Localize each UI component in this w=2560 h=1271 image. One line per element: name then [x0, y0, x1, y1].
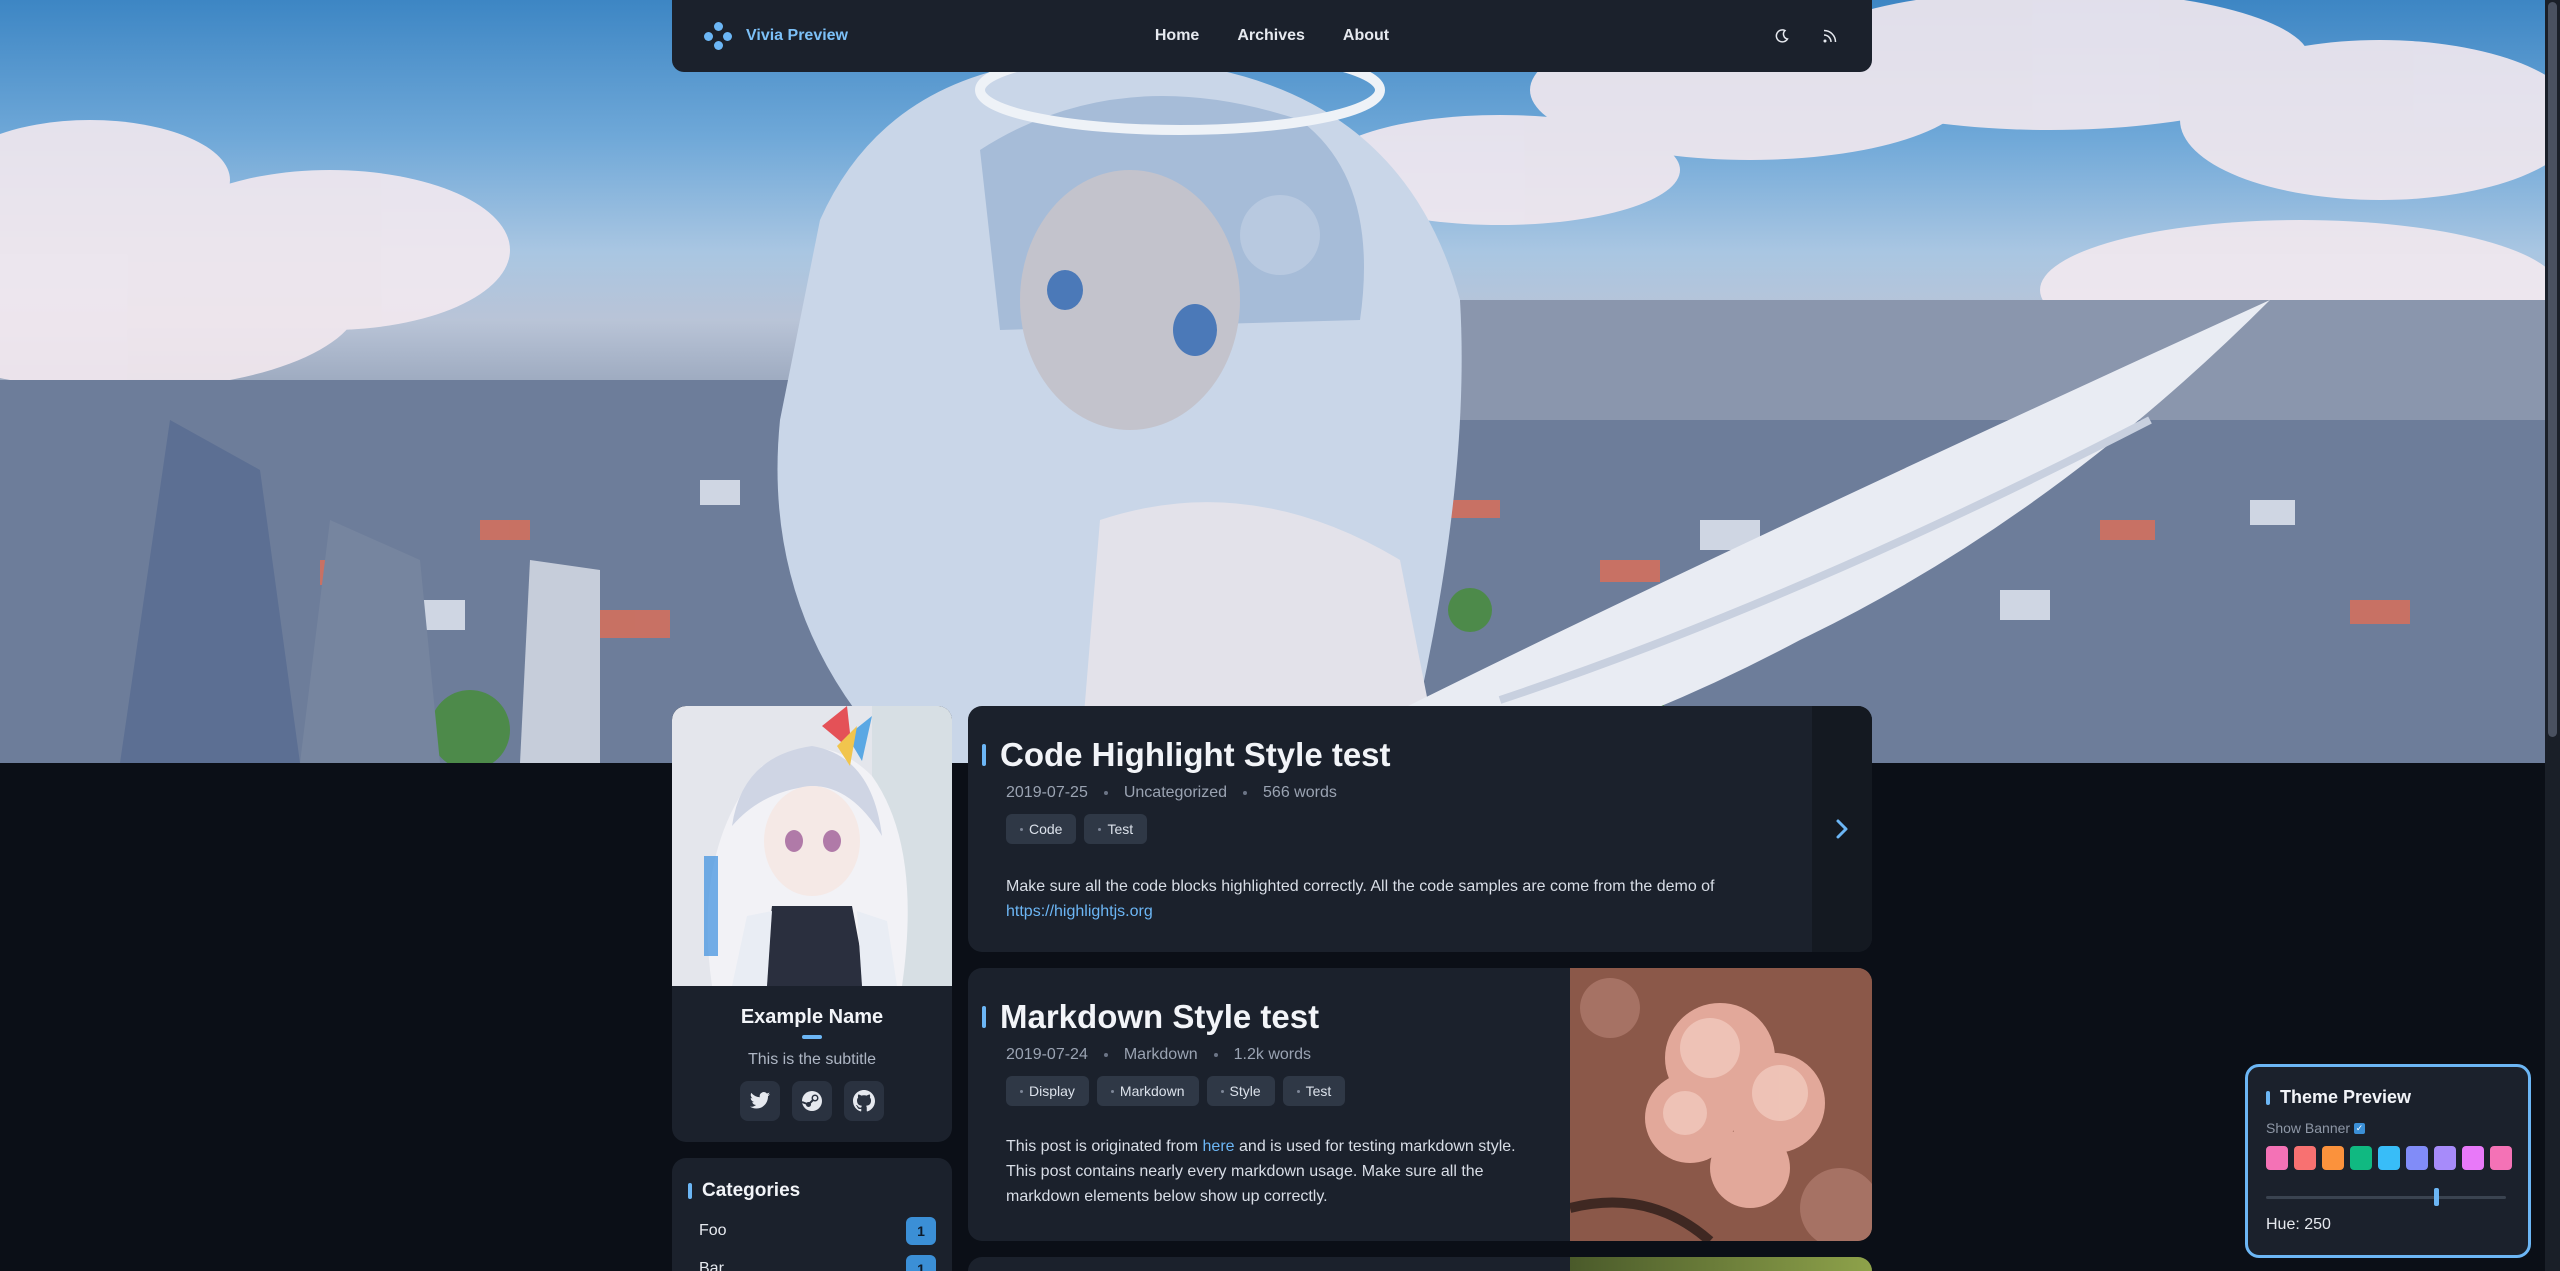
profile-name: Example Name — [740, 1006, 884, 1028]
categories-title: Categories — [688, 1180, 936, 1202]
nav-about[interactable]: About — [1343, 27, 1389, 45]
category-name: Bar — [699, 1260, 724, 1271]
post-excerpt: Make sure all the code blocks highlighte… — [1006, 874, 1766, 924]
tag-label: Code — [1029, 821, 1063, 837]
meta-separator — [1213, 1053, 1218, 1057]
hue-swatch-9[interactable] — [2490, 1146, 2512, 1170]
excerpt-text: Make sure all the code blocks highlighte… — [1006, 878, 1715, 895]
meta-separator — [1103, 791, 1108, 795]
tag-markdown[interactable]: Markdown — [1096, 1076, 1199, 1106]
title-accent-bar — [2266, 1090, 2270, 1105]
nav-actions — [1772, 26, 1840, 46]
excerpt-link[interactable]: https://highlightjs.org — [1006, 903, 1153, 920]
hue-swatch-2[interactable] — [2294, 1146, 2316, 1170]
tag-display[interactable]: Display — [1006, 1076, 1089, 1106]
category-count: 1 — [906, 1255, 936, 1271]
chevron-right-icon — [1836, 819, 1848, 839]
show-banner-label: Show Banner — [2266, 1120, 2351, 1136]
tag-label: Style — [1229, 1083, 1261, 1099]
tag-code[interactable]: Code — [1006, 814, 1077, 844]
theme-preview-title: Theme Preview — [2266, 1087, 2512, 1108]
top-navbar: Vivia Preview Home Archives About — [672, 0, 1872, 72]
title-accent-bar — [688, 1183, 692, 1199]
post-card: Code Highlight Style test 2019-07-25 Unc… — [968, 706, 1872, 952]
title-accent-bar — [982, 1006, 986, 1028]
moon-icon[interactable] — [1772, 26, 1792, 46]
excerpt-link[interactable]: here — [1203, 1138, 1235, 1155]
post-title-text: Code Highlight Style test — [1000, 736, 1391, 773]
tag-style[interactable]: Style — [1206, 1076, 1275, 1106]
steam-icon[interactable] — [792, 1081, 832, 1121]
page-scrollbar[interactable] — [2545, 0, 2560, 1271]
nav-links: Home Archives About — [1155, 27, 1389, 45]
hue-swatch-5[interactable] — [2378, 1146, 2400, 1170]
category-item-foo[interactable]: Foo 1 — [688, 1216, 936, 1246]
brand-link[interactable]: Vivia Preview — [704, 22, 848, 50]
hue-swatch-3[interactable] — [2322, 1146, 2344, 1170]
post-cover-image[interactable] — [1570, 1257, 1872, 1271]
hue-swatch-6[interactable] — [2406, 1146, 2428, 1170]
twitter-icon[interactable] — [740, 1081, 780, 1121]
excerpt-text: This post is originated from — [1006, 1138, 1199, 1155]
scrollbar-thumb[interactable] — [2548, 2, 2557, 737]
post-word-count: 566 words — [1263, 784, 1337, 801]
nav-home[interactable]: Home — [1155, 27, 1199, 45]
rss-icon[interactable] — [1820, 26, 1840, 46]
post-title-text: Markdown Style test — [1000, 998, 1320, 1035]
show-banner-toggle: Show Banner ✓ — [2266, 1120, 2512, 1136]
category-count: 1 — [906, 1217, 936, 1245]
post-excerpt: This post is originated from here and is… — [1006, 1134, 1536, 1209]
read-more-button[interactable] — [1812, 706, 1872, 952]
hue-value-label: Hue: 250 — [2266, 1216, 2331, 1233]
hue-swatch-8[interactable] — [2462, 1146, 2484, 1170]
brand-name: Vivia Preview — [746, 27, 848, 44]
hue-slider-track — [2266, 1196, 2506, 1199]
post-card: Markdown Style test 2019-07-24 Markdown … — [968, 968, 1872, 1241]
hue-swatch-1[interactable] — [2266, 1146, 2288, 1170]
tag-label: Test — [1107, 821, 1134, 837]
github-icon[interactable] — [844, 1081, 884, 1121]
post-title[interactable]: Code Highlight Style test — [982, 736, 1872, 774]
hue-swatch-4[interactable] — [2350, 1146, 2372, 1170]
hue-swatch-7[interactable] — [2434, 1146, 2456, 1170]
post-date: 2019-07-25 — [1006, 784, 1088, 801]
profile-card: Example Name This is the subtitle — [672, 706, 952, 1142]
name-underline — [802, 1035, 822, 1039]
post-date: 2019-07-24 — [1006, 1046, 1088, 1063]
post-cover-image[interactable] — [1570, 968, 1872, 1241]
post-category[interactable]: Uncategorized — [1124, 784, 1227, 802]
theme-preview-panel: Theme Preview Show Banner ✓ Hue: 250 — [2245, 1064, 2531, 1258]
meta-separator — [1243, 791, 1248, 795]
social-links — [672, 1081, 952, 1121]
meta-separator — [1103, 1053, 1108, 1057]
hue-slider[interactable] — [2266, 1188, 2506, 1206]
tag-test[interactable]: Test — [1282, 1076, 1346, 1106]
tag-label: Test — [1305, 1083, 1332, 1099]
post-word-count: 1.2k words — [1233, 1046, 1312, 1063]
category-item-bar[interactable]: Bar 1 — [688, 1254, 936, 1271]
brand-dots-icon — [704, 22, 732, 50]
nav-archives[interactable]: Archives — [1237, 27, 1305, 45]
post-meta: 2019-07-25 Uncategorized 566 words — [1006, 784, 1872, 802]
banner-illustration — [0, 0, 2545, 763]
tag-label: Markdown — [1119, 1083, 1185, 1099]
post-card — [968, 1257, 1872, 1271]
category-name: Foo — [699, 1222, 727, 1239]
theme-preview-title-text: Theme Preview — [2280, 1087, 2412, 1107]
hero-banner — [0, 0, 2545, 763]
post-tags: Code Test — [1006, 814, 1872, 844]
categories-widget: Categories Foo 1 Bar 1 — [672, 1158, 952, 1271]
profile-subtitle: This is the subtitle — [747, 1051, 877, 1068]
avatar[interactable] — [672, 706, 952, 986]
title-accent-bar — [982, 744, 986, 766]
show-banner-checkbox[interactable]: ✓ — [2354, 1122, 2366, 1134]
tag-label: Display — [1029, 1083, 1075, 1099]
post-category[interactable]: Markdown — [1124, 1046, 1198, 1064]
hue-slider-thumb[interactable] — [2434, 1188, 2439, 1206]
tag-test[interactable]: Test — [1084, 814, 1148, 844]
categories-title-text: Categories — [702, 1180, 801, 1201]
hue-swatches — [2266, 1146, 2512, 1170]
